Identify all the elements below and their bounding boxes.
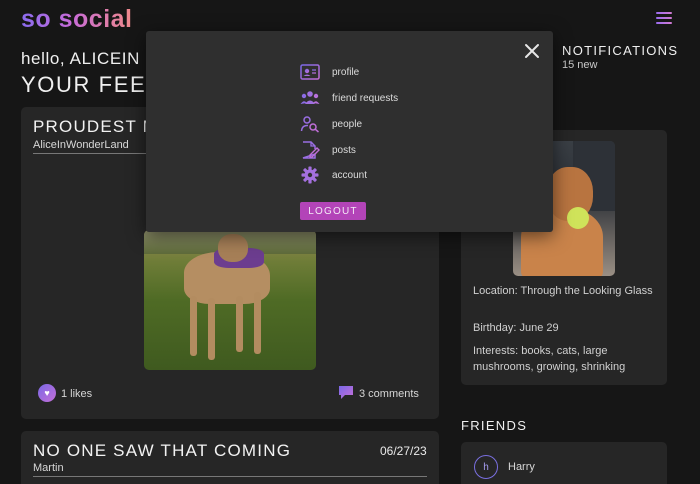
hamburger-menu-icon[interactable] — [656, 12, 672, 25]
menu-item-label: posts — [332, 144, 356, 156]
greeting-text: hello, ALICEIN — [21, 49, 140, 68]
menu-item-label: profile — [332, 66, 360, 78]
user-search-icon — [300, 116, 319, 133]
post-author[interactable]: Martin — [33, 462, 64, 474]
post-author[interactable]: AliceInWonderLand — [33, 139, 129, 151]
post-date: 06/27/23 — [380, 444, 427, 458]
friend-avatar[interactable]: h — [474, 455, 498, 479]
id-card-icon — [300, 64, 320, 80]
gear-icon — [301, 166, 319, 184]
menu-item-label: people — [332, 118, 363, 130]
profile-location: Location: Through the Looking Glass — [473, 285, 653, 297]
post-title: NO ONE SAW THAT COMING — [33, 441, 292, 460]
menu-item-friend-requests[interactable]: friend requests — [300, 88, 398, 108]
close-icon[interactable] — [523, 42, 541, 60]
app-logo[interactable]: so social — [21, 5, 133, 34]
post-photo — [144, 230, 316, 370]
menu-item-account[interactable]: account — [300, 165, 367, 185]
heart-like-icon[interactable]: ♥ — [38, 384, 56, 402]
post-title: PROUDEST M — [33, 117, 159, 136]
post-divider — [33, 476, 427, 477]
comment-icon[interactable] — [338, 385, 354, 400]
likes-count: 1 likes — [61, 388, 93, 400]
menu-item-people[interactable]: people — [300, 114, 362, 134]
logout-button[interactable]: LOGOUT — [300, 202, 366, 220]
users-group-icon — [300, 91, 320, 104]
profile-birthday: Birthday: June 29 — [473, 322, 559, 334]
comments-count[interactable]: 3 comments — [359, 388, 419, 400]
menu-item-label: friend requests — [332, 92, 399, 104]
menu-item-profile[interactable]: profile — [300, 62, 359, 82]
feed-title: YOUR FEED — [21, 72, 164, 97]
document-edit-icon — [302, 141, 320, 159]
notifications-title[interactable]: NOTIFICATIONS — [562, 43, 678, 58]
notifications-count: 15 new — [562, 59, 598, 71]
menu-item-label: account — [332, 169, 368, 181]
profile-interests: Interests: books, cats, large mushrooms,… — [473, 345, 626, 373]
friend-name[interactable]: Harry — [508, 461, 535, 473]
menu-item-posts[interactable]: posts — [300, 140, 356, 160]
friends-title: FRIENDS — [461, 418, 528, 433]
